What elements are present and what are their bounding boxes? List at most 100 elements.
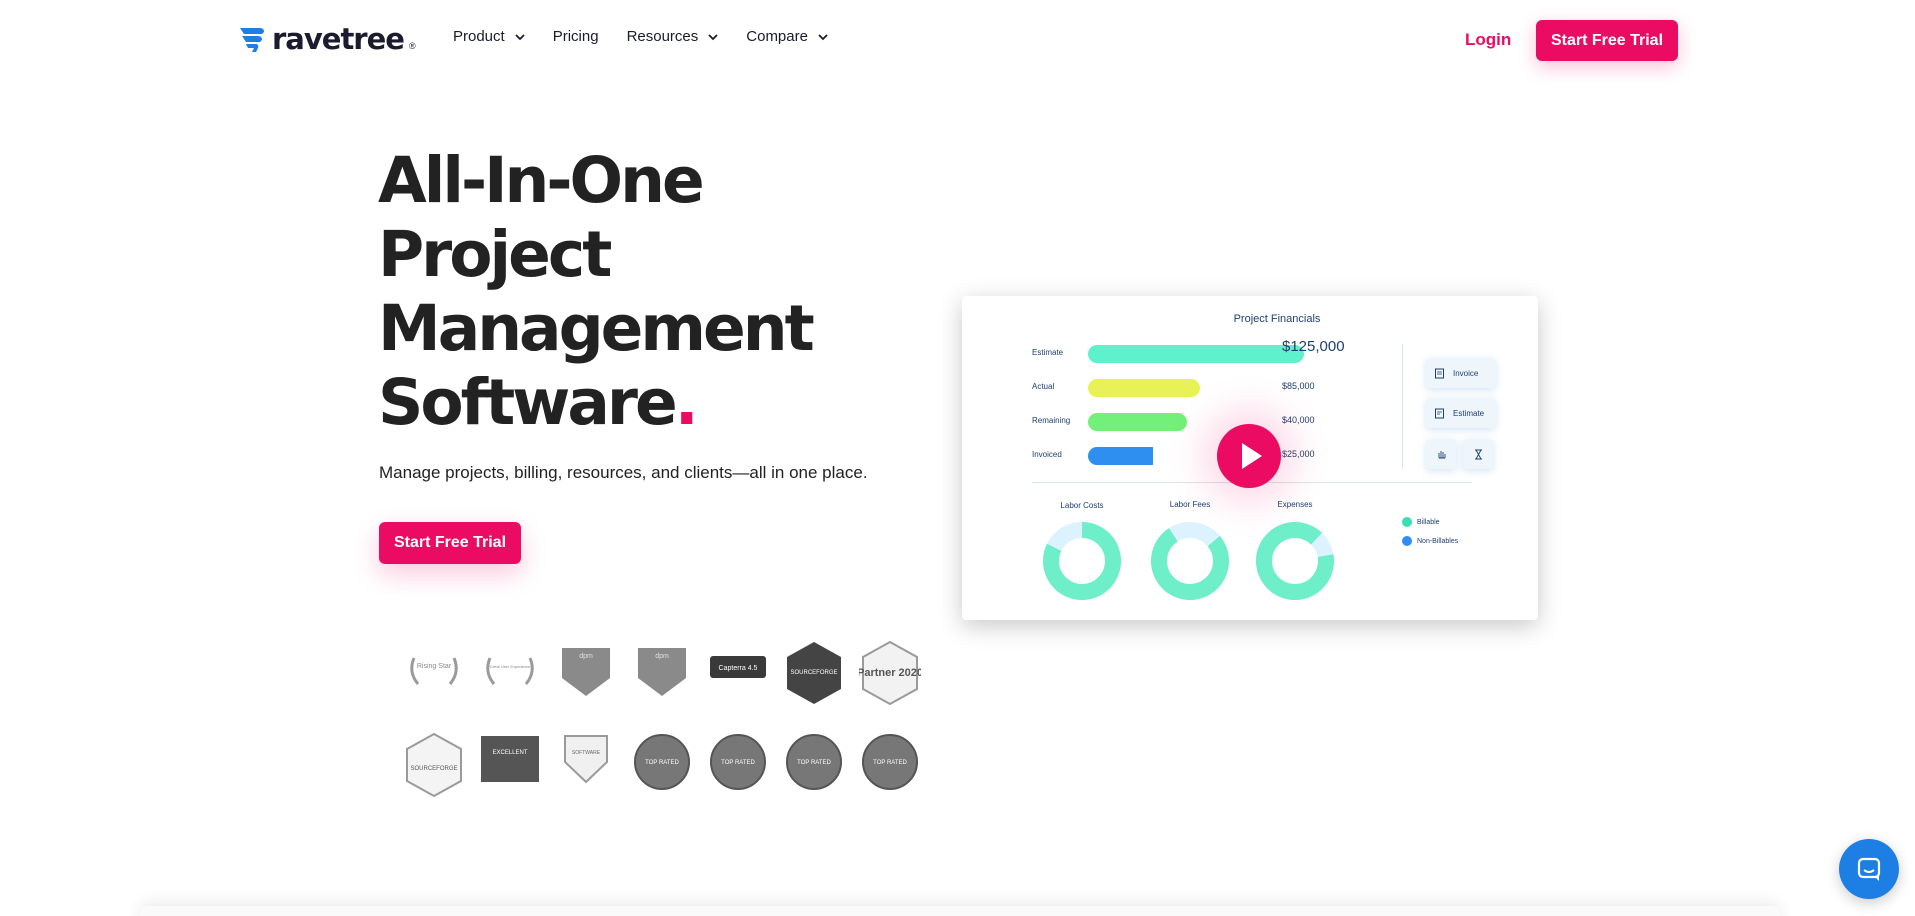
login-link[interactable]: Login — [1465, 30, 1511, 50]
hero-title-line: All-In-One — [378, 144, 705, 217]
hero-title-line: Software — [378, 366, 678, 439]
financial-row-bar — [1088, 413, 1187, 431]
badge-partner-2020: Partner 2020 — [852, 640, 928, 732]
menu-item-label: Product — [453, 28, 505, 45]
top-navigation: ravetree ® Product Pricing Resources Com… — [0, 0, 1915, 80]
hourglass-icon — [1474, 449, 1482, 459]
badge-top-rated-2: TOP RATED — [700, 732, 776, 824]
menu-item-pricing[interactable]: Pricing — [553, 28, 599, 45]
shield-badge-icon: SOFTWARE — [564, 735, 608, 784]
legend-non-billables: Non-Billables — [1402, 536, 1458, 546]
play-button[interactable] — [1217, 424, 1281, 488]
hero-start-free-trial-button[interactable]: Start Free Trial — [379, 522, 521, 564]
financial-row-value: $25,000 — [1282, 449, 1315, 459]
badge-text: Capterra 4.5 — [719, 665, 758, 672]
product-video-thumbnail[interactable]: Project Financials Estimate $125,000 Act… — [962, 296, 1538, 620]
legend-swatch — [1402, 517, 1412, 527]
menu-item-label: Pricing — [552, 28, 599, 45]
badge-text: TOP RATED — [645, 760, 679, 766]
invoice-icon — [1435, 368, 1444, 378]
capterra-badge-icon: Capterra 4.5 — [710, 656, 766, 678]
badge-text: TOP RATED — [797, 760, 831, 766]
ravetree-logo-icon — [240, 28, 264, 52]
round-badge-icon: TOP RATED — [710, 734, 766, 790]
badge-capterra: Capterra 4.5 — [700, 640, 776, 732]
side-button-label: Invoice — [1453, 368, 1479, 378]
badge-excellent: EXCELLENT — [472, 732, 548, 824]
badge-text: Rising Star — [417, 663, 452, 670]
menu-item-resources[interactable]: Resources — [627, 28, 719, 45]
badge-rising-star: Rising Star — [396, 640, 472, 732]
legend-billable: Billable — [1402, 517, 1440, 527]
award-badges: Rising Star Great User Experience dpm dp… — [396, 640, 921, 824]
badge-sourceforge-2: SOURCEFORGE — [396, 732, 472, 824]
hourglass-mini-button — [1463, 439, 1493, 469]
hero-title-line-last: Software. — [378, 366, 838, 440]
badge-text: SOFTWARE — [572, 750, 601, 756]
round-badge-icon: TOP RATED — [862, 734, 918, 790]
badge-text: SOURCEFORGE — [410, 766, 457, 772]
donut-label-expenses: Expenses — [1277, 500, 1313, 509]
chevron-down-icon — [515, 33, 525, 40]
round-badge-icon: TOP RATED — [634, 734, 690, 790]
financial-row-bar — [1088, 379, 1200, 397]
donut-label-labor-costs: Labor Costs — [1060, 501, 1104, 510]
badge-top-rated-4: TOP RATED — [852, 732, 928, 824]
financial-row-value: $40,000 — [1282, 415, 1315, 425]
financial-row-bar — [1088, 447, 1153, 465]
badge-text: Partner 2020 — [859, 667, 921, 679]
financial-row-label: Invoiced — [1032, 449, 1062, 459]
labor-costs-donut — [1043, 522, 1121, 600]
financials-title: Project Financials — [1233, 313, 1321, 325]
menu-item-compare[interactable]: Compare — [746, 28, 828, 45]
badge-text: TOP RATED — [873, 760, 907, 766]
divider-vertical — [1402, 344, 1403, 469]
brand-name: ravetree — [272, 22, 405, 56]
badge-text: Great User Experience — [490, 664, 531, 669]
square-badge-icon: EXCELLENT — [481, 736, 539, 782]
badge-text: dpm — [655, 653, 669, 660]
next-section-edge — [140, 906, 1780, 916]
chevron-down-icon — [708, 33, 718, 40]
financial-row-value: $125,000 — [1282, 338, 1345, 355]
hero-title: All-In-One Project Management Software. — [378, 144, 838, 440]
laurel-badge-icon: Rising Star — [410, 657, 458, 685]
shield-badge-icon: dpm — [638, 648, 686, 696]
chat-icon — [1857, 857, 1881, 881]
ravetree-logo[interactable]: ravetree ® — [238, 22, 416, 56]
badge-text: EXCELLENT — [492, 750, 527, 756]
start-free-trial-button[interactable]: Start Free Trial — [1536, 20, 1678, 61]
hexagon-badge-icon: Partner 2020 — [859, 640, 921, 706]
badge-text: SOURCEFORGE — [790, 670, 837, 676]
registered-mark: ® — [408, 41, 416, 51]
shield-badge-icon: dpm — [562, 648, 610, 696]
menu-item-product[interactable]: Product — [453, 28, 525, 45]
hexagon-badge-icon: SOURCEFORGE — [406, 732, 462, 798]
play-icon — [1242, 443, 1262, 469]
hand-mini-button — [1426, 439, 1456, 469]
hero-subtitle: Manage projects, billing, resources, and… — [379, 463, 868, 482]
main-menu: Product Pricing Resources Compare — [453, 28, 856, 45]
hero-title-line: Management — [378, 292, 815, 365]
legend-label: Billable — [1417, 518, 1440, 526]
hexagon-badge-icon: SOURCEFORGE — [787, 642, 841, 704]
labor-fees-donut — [1151, 522, 1229, 600]
financial-row-label: Actual — [1032, 381, 1055, 391]
estimate-icon — [1435, 408, 1444, 418]
expenses-donut — [1256, 522, 1334, 600]
badge-software: SOFTWARE — [548, 732, 624, 824]
hero-title-line: Project — [378, 218, 612, 291]
menu-item-label: Compare — [746, 28, 808, 45]
badge-sourceforge-1: SOURCEFORGE — [776, 640, 852, 732]
badge-text: dpm — [579, 653, 593, 660]
financial-row-label: Remaining — [1032, 415, 1071, 425]
menu-item-label: Resources — [626, 28, 699, 45]
hand-icon — [1438, 450, 1445, 458]
invoice-mini-button: Invoice — [1426, 358, 1496, 388]
estimate-mini-button: Estimate — [1426, 398, 1496, 428]
badge-top-rated-3: TOP RATED — [776, 732, 852, 824]
chat-launcher-button[interactable] — [1839, 839, 1899, 899]
legend-swatch — [1402, 536, 1412, 546]
donut-label-labor-fees: Labor Fees — [1169, 500, 1211, 509]
legend-label: Non-Billables — [1417, 537, 1459, 545]
